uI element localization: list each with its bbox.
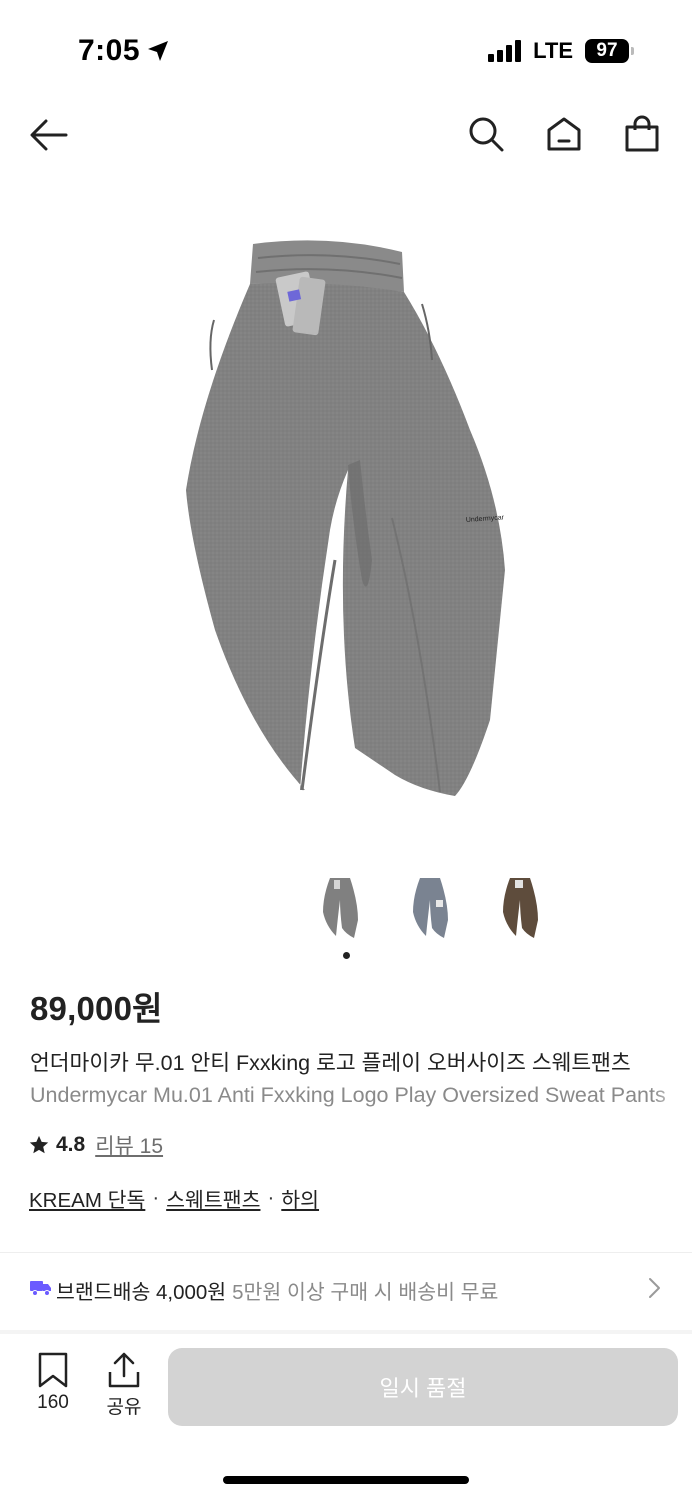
- carousel-indicator-dot: [343, 952, 350, 959]
- location-arrow-icon: [148, 41, 169, 61]
- bookmark-icon: [38, 1352, 68, 1388]
- review-link[interactable]: 리뷰 15: [95, 1130, 163, 1160]
- category-tags: KREAM 단독 · 스웨트팬츠 · 하의: [29, 1183, 319, 1213]
- product-title-korean-text: 언더마이카 무.01 안티 Fxxking 로고 플레이 오버사이즈 스웨트팬츠: [30, 1051, 631, 1075]
- tag-separator: ·: [152, 1186, 160, 1209]
- battery-icon: 97: [585, 39, 634, 63]
- bookmark-count: 160: [37, 1392, 69, 1413]
- product-title-english: Undermycar Mu.01 Anti Fxxking Logo Play …: [30, 1083, 692, 1108]
- section-divider: [0, 1252, 692, 1253]
- thumbnail-strip: [318, 872, 542, 944]
- sweatpants-image: Undermycar: [186, 240, 505, 796]
- share-icon: [108, 1352, 140, 1388]
- home-icon[interactable]: [544, 114, 584, 154]
- tag-bottoms[interactable]: 하의: [281, 1183, 319, 1213]
- status-indicators: LTE 97: [488, 38, 634, 64]
- svg-text:Undermycar: Undermycar: [466, 514, 505, 524]
- thumbnail-gray[interactable]: [318, 872, 362, 944]
- rating-row: 4.8 리뷰 15: [28, 1130, 163, 1160]
- delivery-label: 브랜드배송 4,000원: [56, 1281, 227, 1304]
- arrow-left-icon[interactable]: [28, 114, 70, 156]
- share-button[interactable]: 공유: [100, 1352, 148, 1419]
- network-label: LTE: [533, 38, 573, 63]
- status-time: 7:05: [78, 34, 170, 68]
- product-title-korean: 언더마이카 무.01 안티 Fxxking 로고 플레이 오버사이즈 스웨트팬츠: [30, 1046, 692, 1077]
- delivery-note: 5만원 이상 구매 시 배송비 무료: [232, 1281, 499, 1304]
- thumbnail-brown[interactable]: [498, 872, 542, 944]
- chevron-right-icon[interactable]: [644, 1276, 664, 1300]
- truck-icon: [30, 1281, 51, 1296]
- status-time-text: 7:05: [78, 34, 141, 67]
- product-title-english-text: Undermycar Mu.01 Anti Fxxking Logo Play …: [30, 1083, 666, 1107]
- delivery-text: 브랜드배송 4,000원 5만원 이상 구매 시 배송비 무료: [56, 1275, 498, 1305]
- status-bar: 7:05 LTE 97: [0, 0, 692, 100]
- tag-separator: ·: [267, 1186, 275, 1209]
- star-icon: [29, 1135, 49, 1154]
- top-nav: [0, 100, 692, 170]
- bottom-action-bar: 160 공유 일시 품절: [0, 1334, 692, 1434]
- share-label: 공유: [106, 1397, 142, 1418]
- home-indicator[interactable]: [223, 1476, 469, 1484]
- product-price: 89,000원: [30, 990, 163, 1027]
- bookmark-button[interactable]: 160: [28, 1352, 78, 1414]
- rating-value: 4.8: [56, 1133, 86, 1156]
- battery-level: 97: [585, 39, 629, 63]
- tag-kream-exclusive[interactable]: KREAM 단독: [29, 1183, 145, 1213]
- tag-sweatpants[interactable]: 스웨트팬츠: [166, 1183, 260, 1213]
- shopping-bag-icon[interactable]: [622, 114, 662, 154]
- product-image[interactable]: Undermycar: [0, 200, 692, 860]
- search-icon[interactable]: [466, 114, 506, 154]
- thumbnail-blue-gray[interactable]: [408, 872, 452, 944]
- signal-icon: [488, 40, 522, 62]
- sold-out-button[interactable]: 일시 품절: [168, 1348, 678, 1426]
